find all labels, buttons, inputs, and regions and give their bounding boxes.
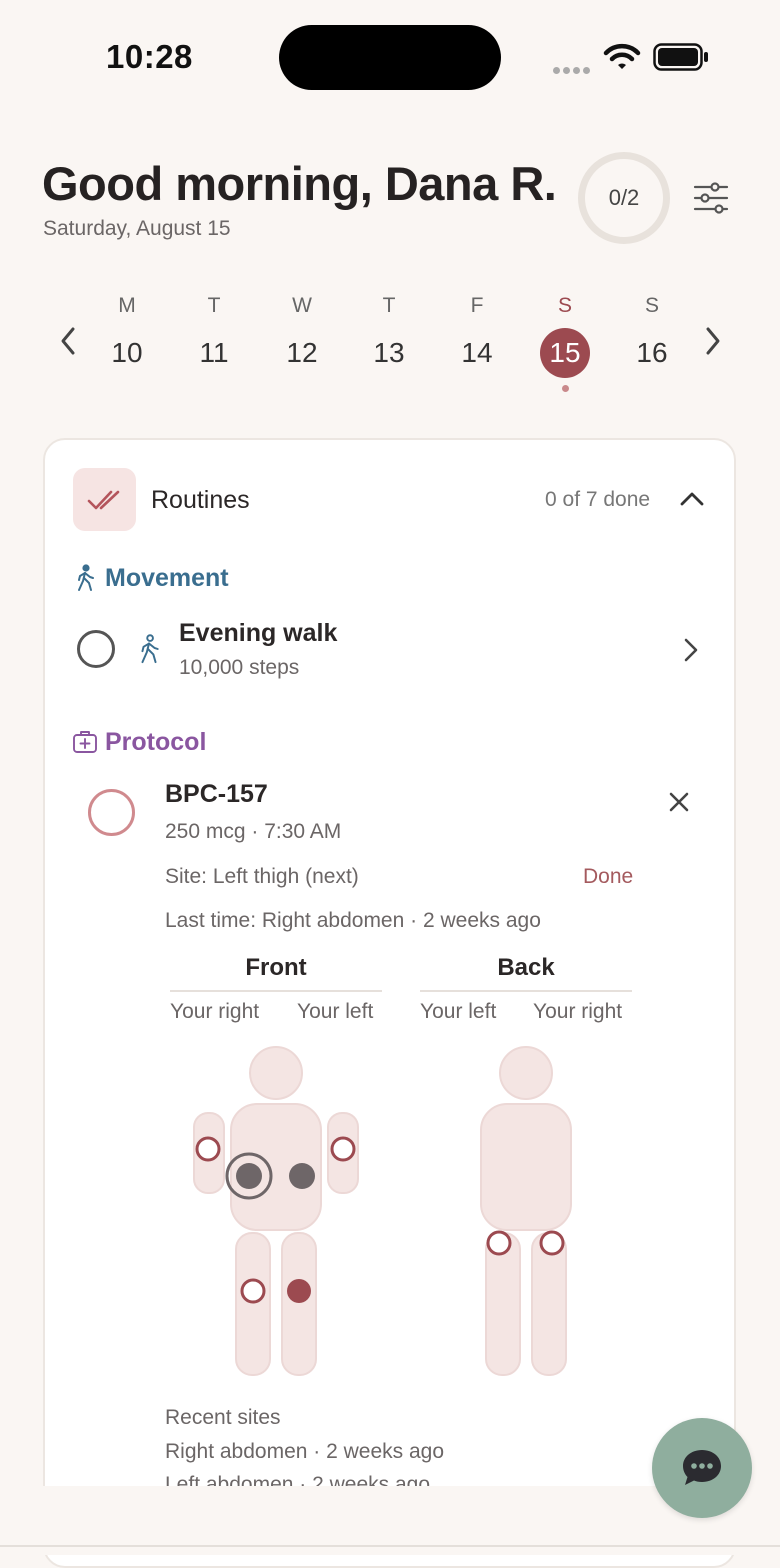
evening-walk-steps: 10,000 steps bbox=[179, 656, 300, 679]
chat-bubble-icon bbox=[683, 1450, 721, 1485]
filter-settings-icon[interactable] bbox=[693, 182, 729, 214]
front-your-right-label: Your right bbox=[170, 1000, 260, 1023]
back-body-diagram bbox=[480, 1046, 572, 1376]
progress-text: 0/2 bbox=[608, 185, 640, 210]
routines-count: 0 of 7 done bbox=[545, 488, 651, 511]
site-right-arm[interactable] bbox=[195, 1136, 221, 1162]
last-site-text: Last time: Right abdomen · 2 weeks ago bbox=[165, 909, 541, 932]
day-sun[interactable]: S 16 bbox=[622, 294, 682, 378]
day-letter: S bbox=[644, 294, 659, 317]
day-letter: M bbox=[118, 294, 136, 317]
routines-card bbox=[43, 438, 736, 1568]
site-left-abdomen[interactable] bbox=[289, 1163, 315, 1189]
divider bbox=[170, 990, 382, 992]
day-letter: F bbox=[470, 294, 484, 317]
site-right-abdomen[interactable] bbox=[236, 1163, 262, 1189]
day-number: 16 bbox=[636, 337, 668, 368]
walking-icon bbox=[78, 564, 94, 591]
day-tue[interactable]: T 11 bbox=[184, 294, 244, 378]
day-number: 10 bbox=[111, 337, 143, 368]
evening-walk-title[interactable]: Evening walk bbox=[179, 619, 337, 648]
medical-kit-icon bbox=[73, 731, 97, 753]
site-right-thigh[interactable] bbox=[240, 1278, 266, 1304]
back-view-title: Back bbox=[497, 954, 555, 981]
selected-day-dot bbox=[562, 385, 569, 392]
bpc157-dose-time: 250 mcg · 7:30 AM bbox=[165, 820, 342, 843]
next-week-icon[interactable] bbox=[703, 325, 723, 357]
routines-icon-box bbox=[73, 468, 136, 531]
close-icon[interactable] bbox=[668, 791, 690, 813]
daily-progress-ring[interactable]: 0/2 bbox=[578, 152, 670, 244]
day-sat-selected[interactable]: S 15 bbox=[535, 294, 595, 378]
walking-icon bbox=[141, 634, 159, 664]
wifi-icon bbox=[603, 43, 641, 69]
day-number: 15 bbox=[540, 328, 590, 378]
next-site-text: Site: Left thigh (next) bbox=[165, 865, 359, 888]
movement-section-label: Movement bbox=[105, 564, 229, 592]
site-left-thigh-next[interactable] bbox=[287, 1279, 311, 1303]
status-time: 10:28 bbox=[106, 38, 193, 75]
recent-site-item: Right abdomen · 2 weeks ago bbox=[165, 1440, 444, 1463]
recent-sites-header: Recent sites bbox=[165, 1406, 281, 1429]
battery-icon bbox=[653, 43, 708, 71]
done-button[interactable]: Done bbox=[583, 865, 633, 889]
back-your-left-label: Your left bbox=[420, 1000, 497, 1023]
evening-walk-checkbox[interactable] bbox=[77, 630, 115, 668]
day-fri[interactable]: F 14 bbox=[447, 294, 507, 378]
day-number: 13 bbox=[373, 337, 405, 368]
collapse-chevron-icon[interactable] bbox=[679, 490, 705, 508]
bottom-divider bbox=[0, 1545, 780, 1547]
chevron-right-icon[interactable] bbox=[682, 636, 700, 664]
routines-title: Routines bbox=[151, 486, 250, 514]
front-your-left-label: Your left bbox=[297, 1000, 374, 1023]
double-check-icon bbox=[87, 490, 119, 509]
site-right-glute[interactable] bbox=[539, 1230, 565, 1256]
divider bbox=[420, 990, 632, 992]
day-letter: T bbox=[382, 294, 396, 317]
site-left-glute[interactable] bbox=[486, 1230, 512, 1256]
day-letter: W bbox=[292, 294, 312, 317]
protocol-section-label: Protocol bbox=[105, 728, 207, 756]
greeting-title: Good morning, Dana R. bbox=[42, 157, 557, 210]
day-wed[interactable]: W 12 bbox=[272, 294, 332, 378]
day-number: 12 bbox=[286, 337, 318, 368]
day-number: 14 bbox=[461, 337, 493, 368]
prev-week-icon[interactable] bbox=[58, 325, 78, 357]
bpc157-title: BPC-157 bbox=[165, 780, 268, 808]
day-letter: S bbox=[557, 294, 572, 317]
front-view-title: Front bbox=[245, 954, 307, 981]
site-left-arm[interactable] bbox=[330, 1136, 356, 1162]
bpc157-checkbox[interactable] bbox=[88, 789, 135, 836]
current-date: Saturday, August 15 bbox=[43, 217, 231, 240]
day-thu[interactable]: T 13 bbox=[359, 294, 419, 378]
front-body-diagram bbox=[193, 1046, 359, 1376]
chat-button[interactable] bbox=[652, 1418, 752, 1518]
back-your-right-label: Your right bbox=[533, 1000, 623, 1023]
day-letter: T bbox=[207, 294, 221, 317]
day-mon[interactable]: M 10 bbox=[97, 294, 157, 378]
dynamic-island bbox=[279, 25, 501, 90]
day-number: 11 bbox=[199, 337, 229, 368]
signal-icon bbox=[553, 61, 593, 79]
